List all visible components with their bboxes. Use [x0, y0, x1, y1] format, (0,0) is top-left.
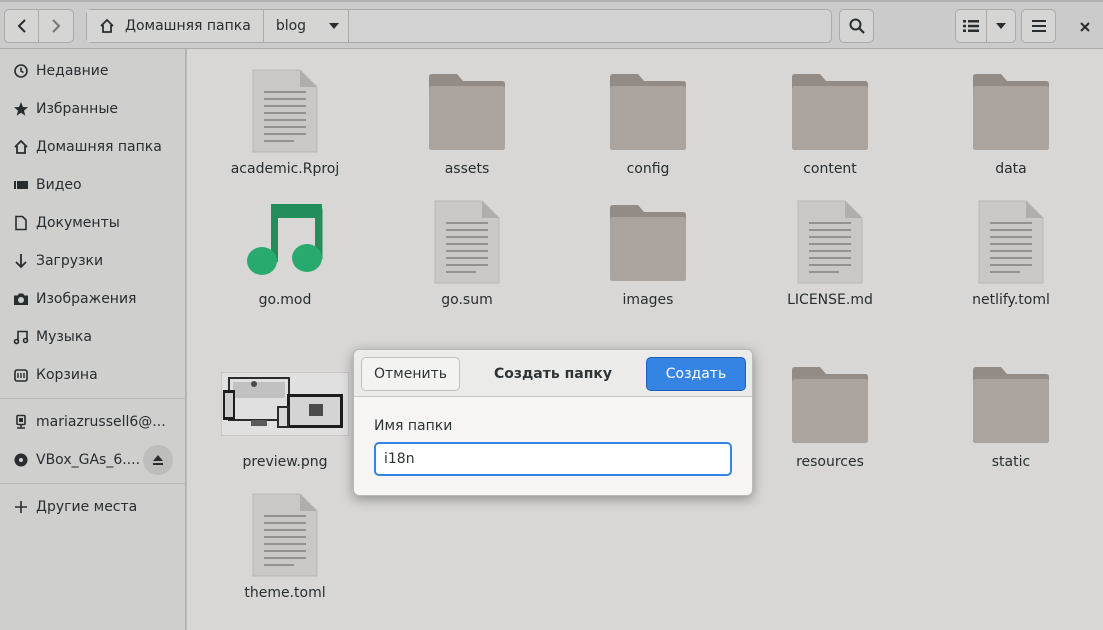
create-folder-dialog: Отменить Создать папку Создать Имя папки	[353, 349, 753, 496]
dialog-title: Создать папку	[493, 365, 613, 382]
modal-overlay	[0, 0, 1103, 630]
folder-name-input[interactable]	[374, 442, 732, 476]
folder-name-label: Имя папки	[374, 418, 453, 434]
cancel-button[interactable]: Отменить	[361, 357, 460, 391]
dialog-header: Отменить Создать папку Создать	[354, 350, 752, 397]
create-button[interactable]: Создать	[646, 357, 746, 391]
